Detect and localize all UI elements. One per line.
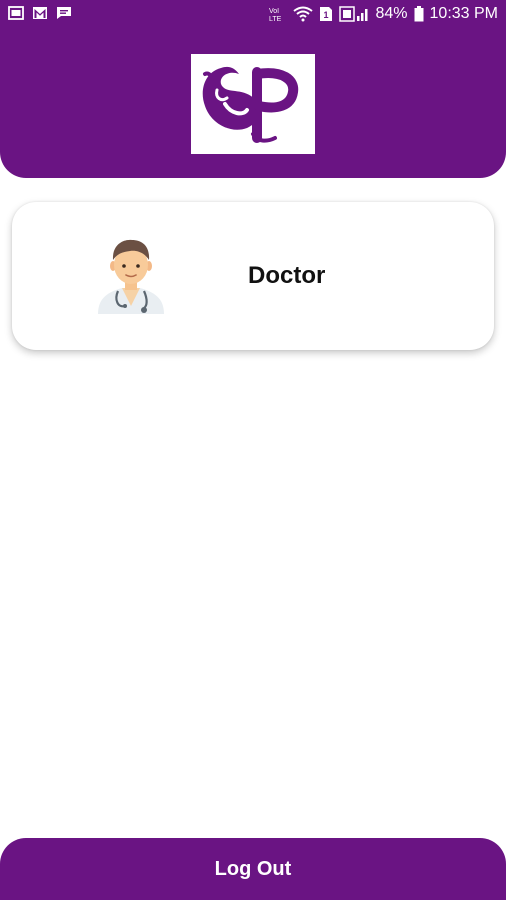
- wifi-icon: [293, 6, 314, 22]
- svg-text:1: 1: [324, 10, 329, 20]
- status-time: 10:33 PM: [429, 5, 498, 22]
- battery-percent: 84%: [375, 5, 408, 22]
- doctor-card[interactable]: Doctor: [12, 202, 494, 350]
- sim-icon: 1: [320, 7, 333, 21]
- status-right: VoI LTE 1 84% 10:33 PM: [269, 5, 498, 23]
- logo-icon: [202, 66, 299, 143]
- signal-icon: [339, 6, 368, 22]
- logout-button[interactable]: Log Out: [0, 838, 506, 900]
- svg-text:VoI: VoI: [269, 8, 279, 15]
- status-left: [8, 6, 72, 20]
- battery-icon: [414, 6, 424, 22]
- message-icon: [57, 7, 71, 19]
- gallery-icon: [8, 6, 24, 20]
- gmail-icon: [33, 7, 47, 19]
- app-logo: [191, 54, 315, 154]
- doctor-avatar-icon: [98, 239, 164, 314]
- logout-label: Log Out: [214, 857, 292, 880]
- svg-text:LTE: LTE: [269, 16, 282, 22]
- volte-icon: VoI LTE: [269, 8, 282, 22]
- doctor-card-label: Doctor: [248, 262, 326, 289]
- status-bar: VoI LTE 1 84% 10:33 PM: [0, 0, 506, 30]
- app-header: VoI LTE 1 84% 10:33 PM: [0, 0, 506, 178]
